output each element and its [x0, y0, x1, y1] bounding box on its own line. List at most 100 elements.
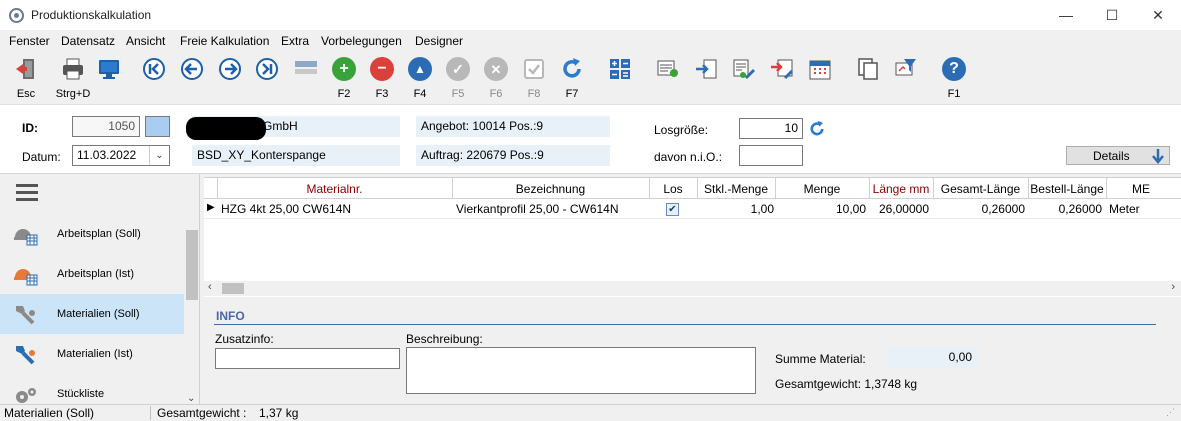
- cell-bestell-laenge[interactable]: 0,26000: [1028, 202, 1102, 216]
- minimize-button[interactable]: —: [1043, 0, 1089, 30]
- list-view-icon: [295, 61, 317, 74]
- menu-icon[interactable]: [16, 184, 38, 202]
- first-record-button[interactable]: [136, 55, 172, 101]
- sidebar-scrollbar[interactable]: ⌄: [185, 214, 199, 404]
- column-header-bestell-laenge[interactable]: Bestell-Länge: [1028, 182, 1106, 196]
- beschreibung-field[interactable]: [406, 347, 756, 394]
- next-record-button[interactable]: [212, 55, 248, 101]
- delete-record-button[interactable]: − F3: [364, 55, 400, 101]
- date-field[interactable]: 11.03.2022 ⌄: [72, 145, 170, 166]
- cancel-button[interactable]: ✕ F6: [478, 55, 514, 101]
- info-title: INFO: [216, 309, 245, 323]
- scrollbar-thumb[interactable]: [222, 283, 244, 294]
- gesamtgewicht-text: Gesamtgewicht: 1,3748 kg: [775, 377, 918, 391]
- maximize-button[interactable]: ☐: [1089, 0, 1135, 30]
- import-button[interactable]: [764, 55, 800, 101]
- filter-button[interactable]: [888, 55, 924, 101]
- scroll-right-icon[interactable]: ›: [1171, 281, 1175, 293]
- lot-size-field[interactable]: 10: [739, 118, 803, 139]
- confirm-button[interactable]: F8: [516, 55, 552, 101]
- lot-size-label: Losgröße:: [654, 123, 709, 137]
- menu-vorbelegungen[interactable]: Vorbelegungen: [321, 34, 402, 48]
- print-button[interactable]: Strg+D: [55, 55, 91, 101]
- help-icon: ?: [942, 57, 966, 81]
- id-field[interactable]: 1050: [72, 116, 140, 137]
- id-label: ID:: [22, 121, 38, 135]
- first-icon: [143, 58, 165, 80]
- refresh-icon: [563, 58, 581, 78]
- part-name-field[interactable]: BSD_XY_Konterspange: [192, 145, 400, 166]
- menu-freie-kalkulation[interactable]: Freie Kalkulation: [180, 34, 269, 48]
- toolbar: Esc Strg+D + F2 − F3 ▲ F4 ✓ F5 ✕ F6 F8 F…: [0, 52, 1181, 104]
- new-record-button[interactable]: + F2: [326, 55, 362, 101]
- check-icon: ✓: [446, 57, 470, 81]
- cell-me[interactable]: Meter: [1109, 202, 1140, 216]
- menu-fenster[interactable]: Fenster: [9, 34, 50, 48]
- list-view-button[interactable]: [288, 55, 324, 101]
- resize-grip-icon[interactable]: ⋰: [1166, 407, 1175, 418]
- column-header-laenge[interactable]: Länge mm: [869, 182, 933, 196]
- triangle-up-icon: ▲: [408, 57, 432, 81]
- cell-menge[interactable]: 10,00: [775, 202, 866, 216]
- copy-button[interactable]: [850, 55, 886, 101]
- column-header-bezeichnung[interactable]: Bezeichnung: [452, 182, 649, 196]
- grid-horizontal-scrollbar[interactable]: ‹ ›: [204, 281, 1181, 296]
- color-swatch[interactable]: [145, 116, 170, 137]
- menu-ansicht[interactable]: Ansicht: [126, 34, 165, 48]
- hardhat-icon: [14, 269, 38, 286]
- copy-icon: [858, 58, 878, 80]
- help-button[interactable]: ? F1: [936, 55, 972, 101]
- cell-bezeichnung[interactable]: Vierkantprofil 25,00 - CW614N: [456, 202, 619, 216]
- column-header-los[interactable]: Los: [649, 182, 697, 196]
- los-checkbox[interactable]: ✔: [666, 203, 679, 216]
- calculator-icon: [610, 59, 630, 79]
- refresh-button[interactable]: F7: [554, 55, 590, 101]
- monitor-icon: [99, 60, 119, 79]
- menu-designer[interactable]: Designer: [415, 34, 463, 48]
- menu-extra[interactable]: Extra: [281, 34, 309, 48]
- zusatzinfo-field[interactable]: [215, 348, 400, 369]
- preview-button[interactable]: [91, 55, 127, 101]
- last-record-button[interactable]: [249, 55, 285, 101]
- details-label: Details: [1093, 149, 1130, 163]
- table-row[interactable]: ▶ HZG 4kt 25,00 CW614N Vierkantprofil 25…: [204, 199, 1181, 219]
- sidebar-item-materialien-ist[interactable]: Materialien (Ist): [0, 334, 184, 374]
- minus-icon: −: [370, 57, 394, 81]
- save-button[interactable]: ✓ F5: [440, 55, 476, 101]
- scrollbar-thumb[interactable]: [186, 230, 198, 300]
- column-header-gesamt-laenge[interactable]: Gesamt-Länge: [933, 182, 1028, 196]
- scroll-down-icon[interactable]: ⌄: [187, 393, 195, 404]
- edit-list-icon: [733, 59, 755, 79]
- cell-laenge[interactable]: 26,00000: [869, 202, 929, 216]
- edit-list-button[interactable]: [726, 55, 762, 101]
- column-header-menge[interactable]: Menge: [775, 182, 869, 196]
- settings-list-button[interactable]: [650, 55, 686, 101]
- chevron-down-icon[interactable]: ⌄: [149, 146, 169, 165]
- details-button[interactable]: Details: [1066, 146, 1170, 165]
- column-header-materialnr[interactable]: Materialnr.: [217, 182, 452, 196]
- column-header-me[interactable]: ME: [1106, 182, 1176, 196]
- recalc-icon[interactable]: [808, 120, 826, 138]
- menu-datensatz[interactable]: Datensatz: [61, 34, 115, 48]
- sidebar-item-label: Arbeitsplan (Soll): [57, 228, 141, 240]
- exit-button[interactable]: Esc: [8, 55, 44, 101]
- calculator-button[interactable]: [602, 55, 638, 101]
- transfer-button[interactable]: [688, 55, 724, 101]
- calendar-button[interactable]: [802, 55, 838, 101]
- exit-icon: [16, 59, 34, 79]
- sidebar-item-arbeitsplan-ist[interactable]: Arbeitsplan (Ist): [0, 254, 184, 294]
- sidebar-item-materialien-soll[interactable]: Materialien (Soll): [0, 294, 184, 334]
- cell-gesamt-laenge[interactable]: 0,26000: [933, 202, 1025, 216]
- cell-materialnr[interactable]: HZG 4kt 25,00 CW614N: [221, 202, 351, 216]
- cancel-label: F6: [489, 88, 503, 100]
- sidebar-item-arbeitsplan-soll[interactable]: Arbeitsplan (Soll): [0, 214, 184, 254]
- edit-record-button[interactable]: ▲ F4: [402, 55, 438, 101]
- previous-record-button[interactable]: [174, 55, 210, 101]
- column-header-stkl-menge[interactable]: Stkl.-Menge: [697, 182, 775, 196]
- close-button[interactable]: ✕: [1135, 0, 1181, 30]
- cell-stkl-menge[interactable]: 1,00: [697, 202, 774, 216]
- gears-icon: [16, 388, 36, 403]
- scroll-left-icon[interactable]: ‹: [208, 281, 212, 293]
- nio-field[interactable]: [739, 145, 803, 166]
- sidebar-item-stueckliste[interactable]: Stückliste: [0, 374, 184, 404]
